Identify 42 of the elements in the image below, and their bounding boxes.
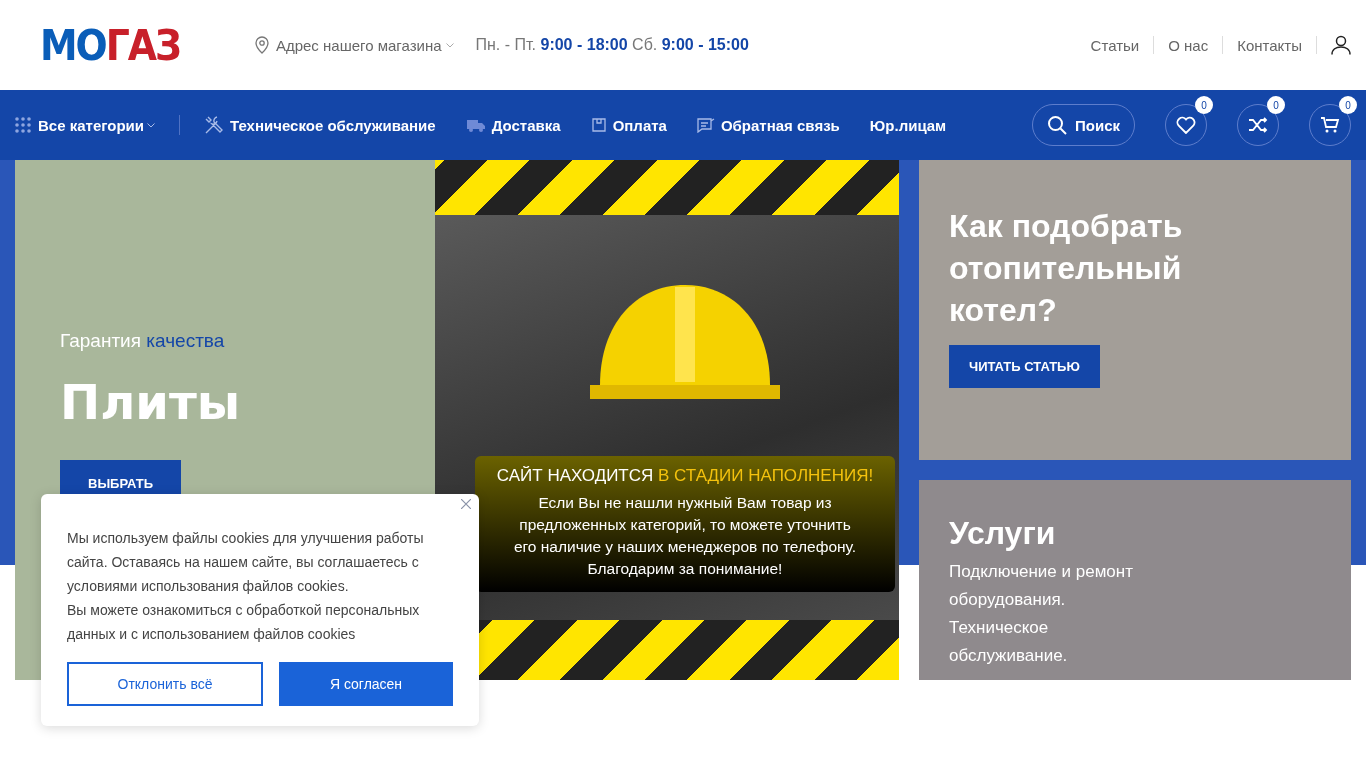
notice-heading: САЙТ НАХОДИТСЯ В СТАДИИ НАПОЛНЕНИЯ! [495,466,875,486]
truck-icon [465,118,486,132]
accept-button[interactable]: Я согласен [279,662,453,706]
notice-text: Если Вы не нашли нужный Вам товар из предложенных категорий, то можете уточнить его наличие у наших менеджеров по телефону. Благодарим за понимание! [512,493,858,579]
count-badge: 0 [1195,96,1213,114]
header-link[interactable]: Статьи [1090,36,1140,54]
search-icon [1047,115,1067,135]
shuffle-icon [1248,117,1268,133]
heart-icon [1176,116,1196,134]
cookie-text: Мы используем файлы cookies для улучшения работы сайта. Оставаясь на нашем сайте, вы соглашаетесь с условиями использования файлов cookies. [67,529,425,596]
header-link[interactable]: Контакты [1237,36,1302,54]
working-hours: Пн. - Пт. 9:00 - 18:00 Сб. 9:00 - 15:00 [475,36,749,54]
logo[interactable]: МОГАЗ [40,20,180,70]
user-icon[interactable] [1331,35,1351,55]
cart-icon [1320,116,1340,134]
feedback-icon [696,117,715,133]
nav-link[interactable]: Доставка [491,116,561,134]
nav-link[interactable]: Обратная связь [720,116,840,134]
count-badge: 0 [1339,96,1357,114]
location-pin-icon [254,36,269,54]
header-link[interactable]: О нас [1168,36,1209,54]
article-card[interactable]: Как подобрать отопительный котел? ЧИТАТЬ СТАТЬЮ [919,160,1351,460]
banner-title: Плиты [60,374,242,430]
card-title: Услуги [949,514,1057,553]
cookie-text: Вы можете ознакомиться с обработкой персональных данных и с использованием файлов cookies [67,601,421,644]
chevron-down-icon [147,122,156,128]
box-icon [590,117,607,133]
chevron-down-icon [445,42,454,48]
tools-icon [204,115,225,135]
grid-icon [15,117,31,133]
close-icon[interactable] [461,499,471,509]
nav-link[interactable]: Оплата [612,116,667,134]
all-categories-menu[interactable]: Все категории [38,116,145,134]
card-text: Подключение и ремонт оборудования. Техническое обслуживание. [949,561,1134,667]
read-article-button[interactable]: ЧИТАТЬ СТАТЬЮ [949,345,1100,388]
nav-link[interactable]: Техническое обслуживание [230,116,436,134]
card-title: Как подобрать отопительный котел? [949,207,1184,330]
banner-tagline: Гарантия качества [60,330,226,352]
decline-button[interactable]: Отклонить всё [67,662,263,706]
count-badge: 0 [1267,96,1285,114]
nav-link[interactable]: Юр.лицам [869,116,947,134]
address-dropdown[interactable]: Адрес нашего магазина [275,36,442,54]
